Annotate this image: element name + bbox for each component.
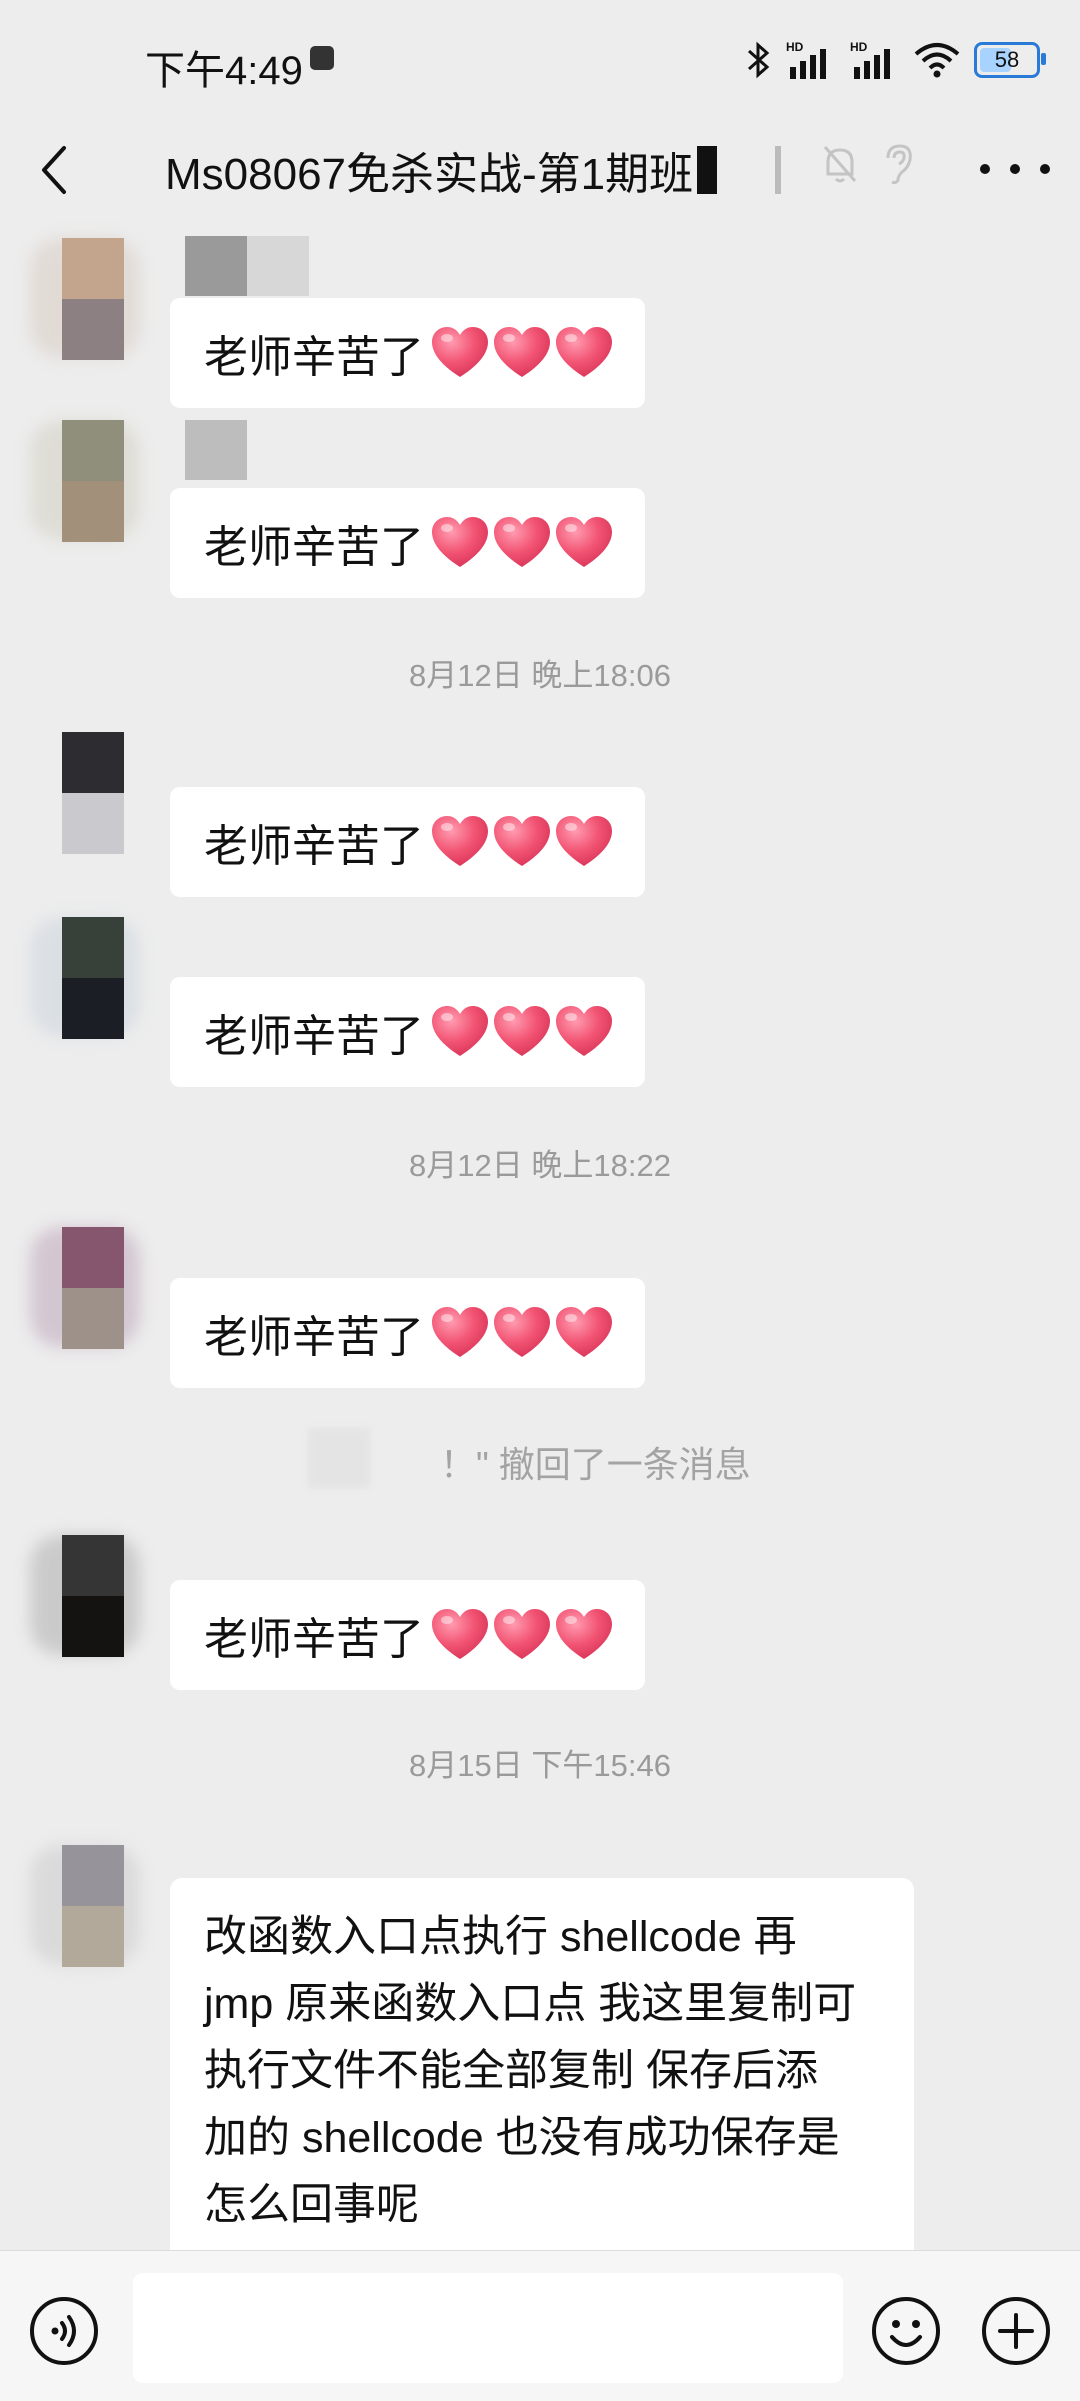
avatar[interactable]: [62, 732, 124, 854]
message-text: 老师辛苦了: [204, 1012, 424, 1061]
nickname-redacted: [185, 420, 247, 480]
more-dots-icon: [980, 164, 990, 174]
heart-emoji-icon: [554, 1004, 614, 1060]
signal-hd-2-icon: HD: [850, 40, 890, 79]
message-bubble[interactable]: 老师辛苦了: [170, 488, 645, 598]
status-bar: 下午4:49 HD HD 58: [0, 0, 1080, 120]
voice-icon[interactable]: [28, 2295, 100, 2367]
timestamp: 8月15日 下午15:46: [409, 1748, 671, 1783]
heart-emoji-icon: [492, 814, 552, 870]
message-text: 老师辛苦了: [204, 822, 424, 871]
ear-icon: [886, 144, 912, 185]
heart-emoji-icon: [554, 515, 614, 571]
bluetooth-icon: [748, 41, 770, 79]
emoji-icon[interactable]: [870, 2295, 942, 2367]
message-line: 执行文件不能全部复制 保存后添: [204, 2047, 818, 2095]
heart-emoji-icon: [430, 1607, 490, 1663]
chat-title[interactable]: Ms08067免杀实战-第1期班: [165, 138, 693, 202]
input-bar: [0, 2250, 1080, 2401]
heart-emoji-icon: [554, 325, 614, 381]
message-input[interactable]: [133, 2273, 843, 2383]
mute-bell-icon: [823, 146, 857, 183]
message-bubble[interactable]: 老师辛苦了: [170, 298, 645, 408]
message-text: 老师辛苦了: [204, 523, 424, 572]
heart-emoji-icon: [492, 515, 552, 571]
heart-emoji-icon: [430, 515, 490, 571]
redacted-divider: [775, 146, 782, 194]
timestamp: 8月12日 晚上18:06: [409, 658, 671, 693]
heart-emoji-icon: [492, 325, 552, 381]
heart-emoji-icon: [492, 1004, 552, 1060]
battery-level: 58: [994, 47, 1020, 72]
message-line: 怎么回事呢: [204, 2181, 419, 2229]
avatar[interactable]: [62, 238, 124, 360]
back-arrow-icon[interactable]: [28, 140, 88, 200]
chat-header: Ms08067免杀实战-第1期班: [0, 120, 1080, 220]
heart-emoji-icon: [430, 1004, 490, 1060]
heart-emojis: [430, 325, 616, 381]
heart-emojis: [430, 1004, 616, 1060]
wifi-icon: [914, 43, 960, 78]
more-options-button[interactable]: [980, 144, 1050, 194]
heart-emoji-icon: [554, 814, 614, 870]
status-time: 下午4:49: [145, 49, 303, 93]
svg-text:HD: HD: [850, 40, 868, 54]
avatar[interactable]: [62, 917, 124, 1039]
message-bubble[interactable]: 老师辛苦了: [170, 1278, 645, 1388]
recall-text: ！" 撤回了一条消息: [440, 1444, 751, 1485]
battery-icon: 58: [974, 42, 1046, 78]
nickname-redacted: [185, 236, 309, 296]
avatar[interactable]: [62, 1227, 124, 1349]
signal-hd-1-icon: HD: [786, 40, 826, 79]
title-wrap[interactable]: Ms08067免杀实战-第1期班: [165, 138, 782, 202]
message-bubble[interactable]: 老师辛苦了: [170, 787, 645, 897]
message-text: 老师辛苦了: [204, 333, 424, 382]
heart-emojis: [430, 515, 616, 571]
heart-emojis: [430, 814, 616, 870]
heart-emojis: [430, 1607, 616, 1663]
avatar[interactable]: [62, 420, 124, 542]
notification-icon: [310, 46, 334, 70]
avatar[interactable]: [62, 1845, 124, 1967]
recall-avatar-redacted: [308, 1428, 370, 1488]
message-line: 改函数入口点执行 shellcode 再: [204, 1913, 797, 1961]
heart-emoji-icon: [430, 814, 490, 870]
message-line: jmp 原来函数入口点 我这里复制可: [204, 1980, 857, 2028]
heart-emoji-icon: [492, 1607, 552, 1663]
message-bubble-long[interactable]: 改函数入口点执行 shellcode 再 jmp 原来函数入口点 我这里复制可 …: [170, 1878, 914, 2250]
status-icons: HD HD 58: [746, 30, 1046, 90]
heart-emojis: [430, 1305, 616, 1361]
recall-notice: ！" 撤回了一条消息: [0, 1428, 1080, 1488]
svg-text:HD: HD: [786, 40, 804, 54]
redacted-title-part: [697, 146, 718, 194]
message-bubble[interactable]: 老师辛苦了: [170, 1580, 645, 1690]
header-status-icons: [820, 142, 916, 186]
message-text: 老师辛苦了: [204, 1615, 424, 1664]
heart-emoji-icon: [492, 1305, 552, 1361]
message-text: 老师辛苦了: [204, 1313, 424, 1362]
plus-icon[interactable]: [980, 2295, 1052, 2367]
heart-emoji-icon: [430, 1305, 490, 1361]
heart-emoji-icon: [554, 1607, 614, 1663]
message-bubble[interactable]: 老师辛苦了: [170, 977, 645, 1087]
heart-emoji-icon: [430, 325, 490, 381]
timestamp: 8月12日 晚上18:22: [409, 1148, 671, 1183]
heart-emoji-icon: [554, 1305, 614, 1361]
message-line: 加的 shellcode 也没有成功保存是: [204, 2114, 840, 2162]
avatar[interactable]: [62, 1535, 124, 1657]
